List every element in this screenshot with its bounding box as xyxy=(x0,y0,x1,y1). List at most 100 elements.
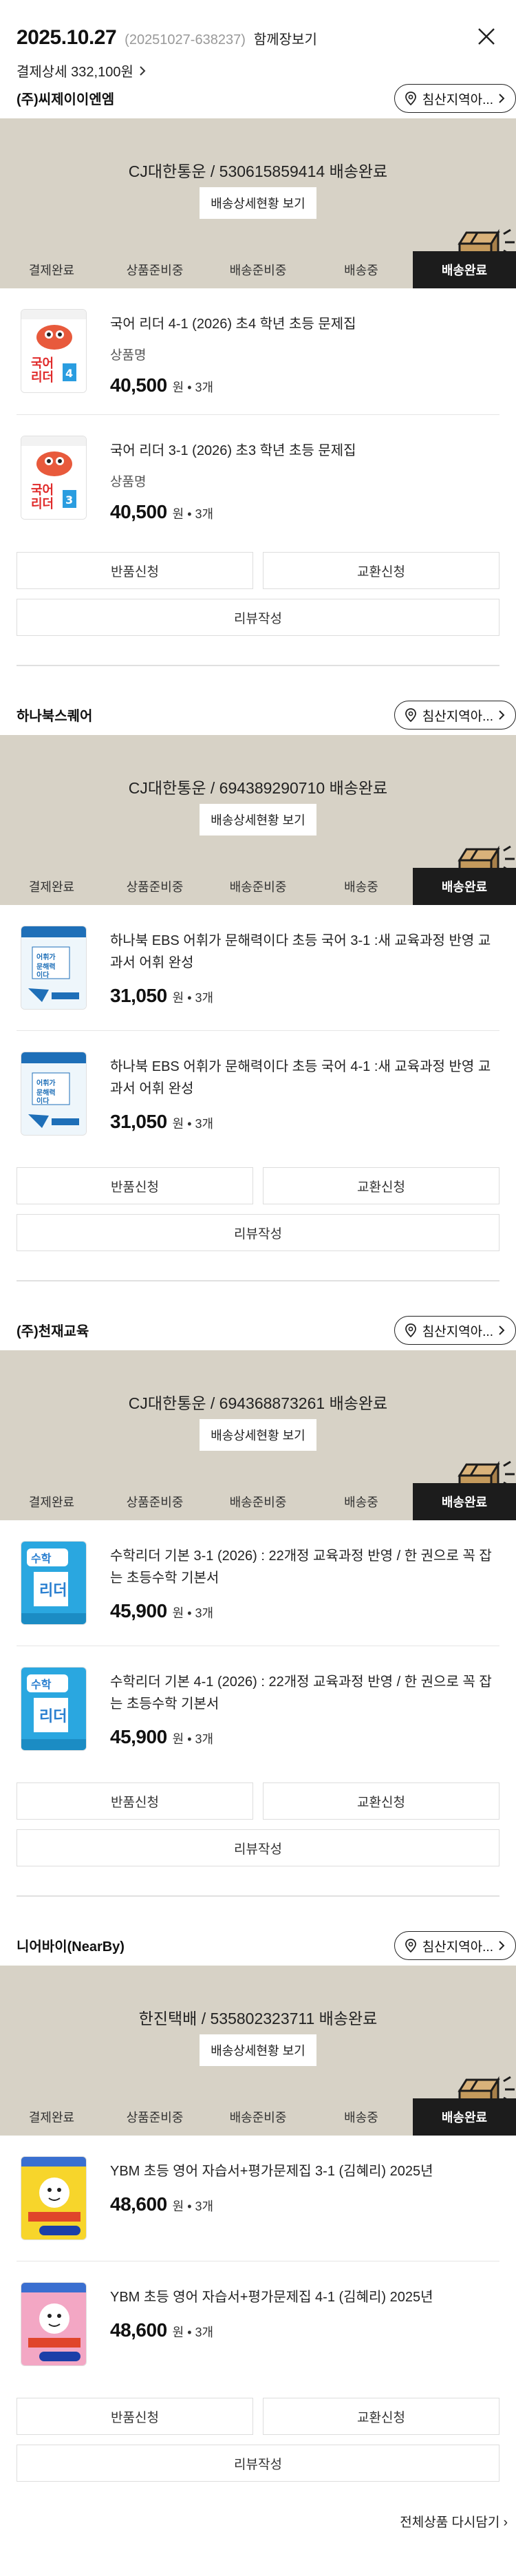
location-label: 침산지역아... xyxy=(422,709,493,724)
return-request-button[interactable]: 반품신청 xyxy=(17,552,253,589)
write-review-button[interactable]: 리뷰작성 xyxy=(17,1214,499,1251)
delivery-steps: 결제완료 상품준비중 배송준비중 배송중 배송완료 xyxy=(0,868,516,905)
chevron-right-icon: › xyxy=(503,2515,508,2530)
product-item[interactable]: 국어 리더 3 국어 리더 3-1 (2026) 초3 학년 초등 문제집 상품… xyxy=(17,415,499,541)
product-item[interactable]: 수학 리더 수학리더 기본 3-1 (2026) : 22개정 교육과정 반영 … xyxy=(17,1520,499,1646)
seller-name: 하나북스퀘어 xyxy=(17,708,93,724)
product-thumbnail[interactable]: 수학 리더 xyxy=(17,1538,92,1628)
product-thumbnail[interactable]: 어휘가 문해력 이다 xyxy=(17,1049,92,1138)
product-title: YBM 초등 영어 자습서+평가문제집 4-1 (김혜리) 2025년 xyxy=(110,2290,433,2305)
svg-text:국어: 국어 xyxy=(31,483,54,498)
product-item[interactable]: 어휘가 문해력 이다 하나북 EBS 어휘가 문해력이다 초등 국어 3-1 :… xyxy=(17,905,499,1031)
chevron-right-icon xyxy=(499,710,505,720)
location-button[interactable]: 침산지역아... xyxy=(394,701,516,730)
product-title: 수학리더 기본 4-1 (2026) : 22개정 교육과정 반영 / 한 권으… xyxy=(110,1674,492,1712)
svg-text:어휘가: 어휘가 xyxy=(36,1078,56,1087)
exchange-request-button[interactable]: 교환신청 xyxy=(263,2398,499,2435)
delivery-step: 배송중 xyxy=(344,2111,378,2125)
write-review-button[interactable]: 리뷰작성 xyxy=(17,1829,499,1866)
seller-header: 하나북스퀘어 침산지역아... xyxy=(0,694,516,735)
svg-text:4: 4 xyxy=(65,367,73,380)
location-button[interactable]: 침산지역아... xyxy=(394,1931,516,1960)
carrier-tracking-text: CJ대한통운 / 694368873261 배송완료 xyxy=(128,1394,388,1412)
delivery-step: 배송완료 xyxy=(413,1483,516,1520)
product-thumbnail[interactable]: 수학 리더 xyxy=(17,1664,92,1754)
write-review-button[interactable]: 리뷰작성 xyxy=(17,599,499,636)
tracking-detail-button[interactable]: 배송상세현황 보기 xyxy=(200,1419,316,1451)
seller-name: (주)천재교육 xyxy=(17,1323,89,1339)
product-price: 45,900 xyxy=(110,1726,167,1747)
delivery-step: 배송완료 xyxy=(413,868,516,905)
svg-text:리더: 리더 xyxy=(39,1582,67,1599)
product-thumbnail[interactable] xyxy=(17,2153,92,2243)
svg-text:국어: 국어 xyxy=(31,356,54,371)
delivery-step: 상품준비중 xyxy=(126,264,184,277)
svg-text:리더: 리더 xyxy=(39,1708,67,1725)
product-thumbnail[interactable] xyxy=(17,2279,92,2369)
svg-text:리더: 리더 xyxy=(31,497,54,511)
product-thumbnail[interactable]: 국어 리더 4 xyxy=(17,306,92,396)
product-thumbnail[interactable]: 국어 리더 3 xyxy=(17,433,92,522)
seller-name: (주)씨제이이엔엠 xyxy=(17,92,115,107)
location-pin-icon xyxy=(405,1323,416,1338)
section-divider xyxy=(17,1895,499,1897)
product-item[interactable]: YBM 초등 영어 자습서+평가문제집 3-1 (김혜리) 2025년 48,6… xyxy=(17,2136,499,2261)
seller-section: 하나북스퀘어 침산지역아... CJ대한통운 / 694389290710 배송… xyxy=(0,694,516,1281)
section-divider xyxy=(17,665,499,666)
svg-text:수학: 수학 xyxy=(31,1552,52,1565)
seller-section: (주)천재교육 침산지역아... CJ대한통운 / 694368873261 배… xyxy=(0,1309,516,1897)
book-cover-image: 국어 리더 3 xyxy=(21,436,87,520)
svg-text:문해력: 문해력 xyxy=(36,962,56,971)
close-icon[interactable] xyxy=(475,25,498,48)
tracking-detail-button[interactable]: 배송상세현황 보기 xyxy=(200,804,316,835)
product-item[interactable]: 수학 리더 수학리더 기본 4-1 (2026) : 22개정 교육과정 반영 … xyxy=(17,1646,499,1771)
location-button[interactable]: 침산지역아... xyxy=(394,1316,516,1345)
delivery-step: 결제완료 xyxy=(28,264,75,277)
return-request-button[interactable]: 반품신청 xyxy=(17,1167,253,1204)
product-price: 45,900 xyxy=(110,1600,167,1621)
product-price: 31,050 xyxy=(110,1111,167,1132)
delivery-status-panel: CJ대한통운 / 530615859414 배송완료 배송상세현황 보기 결제완… xyxy=(0,118,516,288)
seller-list: (주)씨제이이엔엠 침산지역아... CJ대한통운 / 530615859414… xyxy=(0,77,516,2482)
together-shopping-link[interactable]: 함께장보기 xyxy=(254,28,317,48)
product-quantity: 원 • 3개 xyxy=(172,1606,214,1620)
exchange-request-button[interactable]: 교환신청 xyxy=(263,1167,499,1204)
reorder-all-link[interactable]: 전체상품 다시담기 › xyxy=(0,2482,516,2544)
delivery-step: 상품준비중 xyxy=(126,880,184,894)
return-request-button[interactable]: 반품신청 xyxy=(17,2398,253,2435)
product-price: 31,050 xyxy=(110,985,167,1006)
exchange-request-button[interactable]: 교환신청 xyxy=(263,1782,499,1820)
product-title: 국어 리더 4-1 (2026) 초4 학년 초등 문제집 xyxy=(110,317,356,332)
seller-header: 니어바이(NearBy) 침산지역아... xyxy=(0,1924,516,1966)
write-review-button[interactable]: 리뷰작성 xyxy=(17,2445,499,2482)
delivery-step: 배송준비중 xyxy=(229,264,287,277)
svg-text:3: 3 xyxy=(65,493,73,507)
book-cover-image xyxy=(21,2282,87,2366)
location-pin-icon xyxy=(405,1939,416,1953)
tracking-detail-button[interactable]: 배송상세현황 보기 xyxy=(200,187,316,219)
chevron-right-icon xyxy=(499,94,505,103)
delivery-step: 배송준비중 xyxy=(229,2111,287,2125)
location-label: 침산지역아... xyxy=(422,1324,493,1339)
carrier-tracking-text: CJ대한통운 / 530615859414 배송완료 xyxy=(128,162,388,180)
seller-header: (주)천재교육 침산지역아... xyxy=(0,1309,516,1350)
svg-text:수학: 수학 xyxy=(31,1678,52,1691)
delivery-step: 결제완료 xyxy=(28,880,75,894)
product-item[interactable]: YBM 초등 영어 자습서+평가문제집 4-1 (김혜리) 2025년 48,6… xyxy=(17,2261,499,2387)
product-item[interactable]: 어휘가 문해력 이다 하나북 EBS 어휘가 문해력이다 초등 국어 4-1 :… xyxy=(17,1031,499,1156)
return-request-button[interactable]: 반품신청 xyxy=(17,1782,253,1820)
product-thumbnail[interactable]: 어휘가 문해력 이다 xyxy=(17,923,92,1012)
delivery-step: 상품준비중 xyxy=(126,1495,184,1509)
exchange-request-button[interactable]: 교환신청 xyxy=(263,552,499,589)
book-cover-image: 수학 리더 xyxy=(21,1667,87,1751)
carrier-tracking-text: 한진택배 / 535802323711 배송완료 xyxy=(138,2010,378,2027)
product-option: 상품명 xyxy=(110,348,147,363)
product-item[interactable]: 국어 리더 4 국어 리더 4-1 (2026) 초4 학년 초등 문제집 상품… xyxy=(17,288,499,415)
product-quantity: 원 • 3개 xyxy=(172,991,214,1005)
delivery-step: 상품준비중 xyxy=(126,2111,184,2125)
svg-text:리더: 리더 xyxy=(31,370,54,385)
location-button[interactable]: 침산지역아... xyxy=(394,84,516,113)
product-quantity: 원 • 3개 xyxy=(172,1117,214,1131)
svg-text:이다: 이다 xyxy=(36,1096,50,1105)
tracking-detail-button[interactable]: 배송상세현황 보기 xyxy=(200,2034,316,2066)
